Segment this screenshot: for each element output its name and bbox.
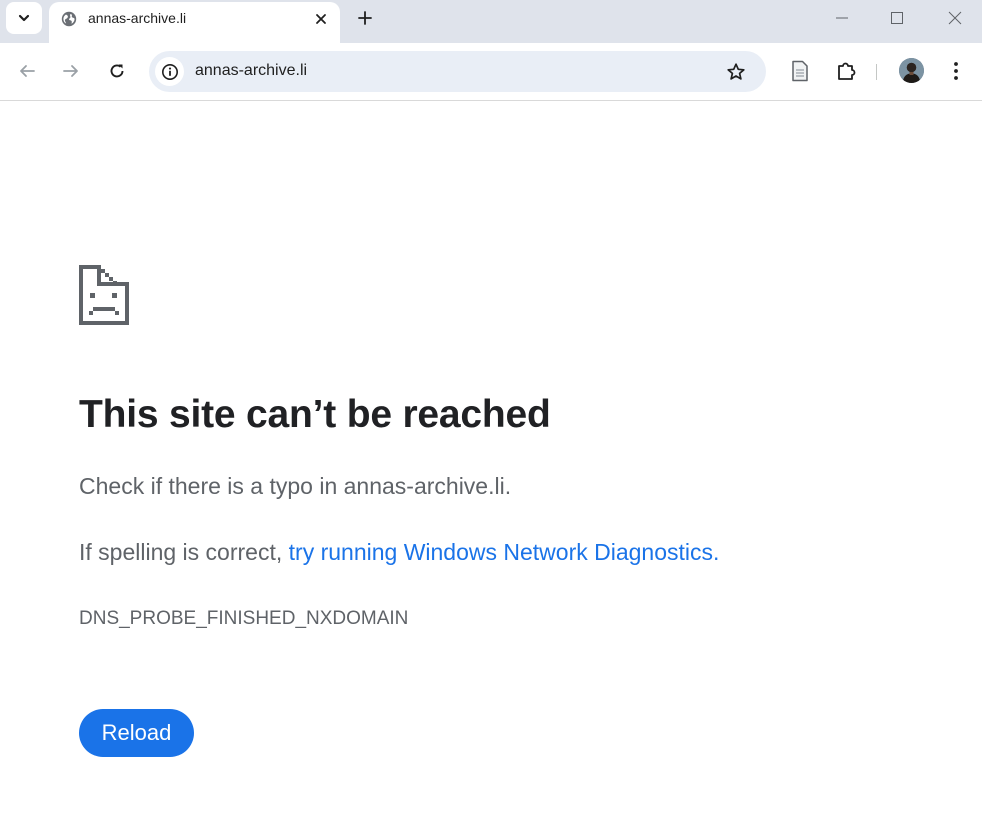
maximize-icon bbox=[891, 12, 903, 24]
address-bar[interactable]: annas-archive.li bbox=[149, 51, 766, 92]
close-icon bbox=[948, 11, 962, 25]
forward-button[interactable] bbox=[58, 58, 84, 84]
maximize-button[interactable] bbox=[882, 6, 912, 30]
reload-button-page[interactable]: Reload bbox=[79, 709, 194, 757]
reload-button[interactable] bbox=[104, 58, 130, 84]
forward-arrow-icon bbox=[63, 65, 78, 77]
diagnostics-prefix: If spelling is correct, bbox=[79, 539, 289, 565]
chevron-down-icon bbox=[18, 14, 30, 22]
active-tab[interactable]: annas-archive.li bbox=[49, 2, 340, 43]
window-close-button[interactable] bbox=[940, 6, 970, 30]
error-typo-hint: Check if there is a typo in annas-archiv… bbox=[79, 473, 512, 499]
toolbar-divider bbox=[876, 64, 877, 80]
address-bar-url[interactable]: annas-archive.li bbox=[195, 62, 307, 80]
star-icon bbox=[727, 63, 745, 80]
site-info-button[interactable] bbox=[155, 57, 184, 86]
minimize-button[interactable] bbox=[827, 6, 857, 30]
profile-avatar[interactable] bbox=[899, 58, 924, 83]
kebab-menu-icon bbox=[954, 62, 958, 80]
error-page: This site can’t be reached Check if ther… bbox=[0, 101, 982, 822]
tab-title: annas-archive.li bbox=[88, 10, 187, 26]
document-icon bbox=[792, 60, 808, 82]
reading-mode-button[interactable] bbox=[787, 58, 813, 84]
back-arrow-icon bbox=[20, 65, 35, 77]
minimize-icon bbox=[836, 17, 848, 19]
new-tab-button[interactable] bbox=[352, 6, 378, 30]
extensions-button[interactable] bbox=[833, 58, 859, 84]
error-diagnostics-hint: If spelling is correct, try running Wind… bbox=[79, 539, 719, 566]
sad-document-icon bbox=[79, 265, 129, 325]
tab-search-button[interactable] bbox=[6, 2, 42, 34]
reload-icon bbox=[110, 64, 124, 78]
error-heading: This site can’t be reached bbox=[79, 393, 551, 436]
plus-icon bbox=[358, 11, 372, 25]
close-icon bbox=[316, 14, 326, 24]
tab-strip: annas-archive.li bbox=[0, 0, 982, 43]
tab-close-button[interactable] bbox=[311, 9, 331, 29]
browser-menu-button[interactable] bbox=[943, 58, 969, 84]
back-button[interactable] bbox=[14, 58, 40, 84]
browser-toolbar: annas-archive.li bbox=[0, 43, 982, 101]
puzzle-icon bbox=[838, 62, 856, 80]
globe-icon bbox=[61, 11, 77, 27]
error-code: DNS_PROBE_FINISHED_NXDOMAIN bbox=[79, 608, 409, 629]
network-diagnostics-link[interactable]: try running Windows Network Diagnostics. bbox=[289, 539, 720, 565]
info-icon bbox=[161, 63, 178, 80]
avatar-icon bbox=[899, 58, 924, 83]
bookmark-button[interactable] bbox=[725, 61, 747, 83]
